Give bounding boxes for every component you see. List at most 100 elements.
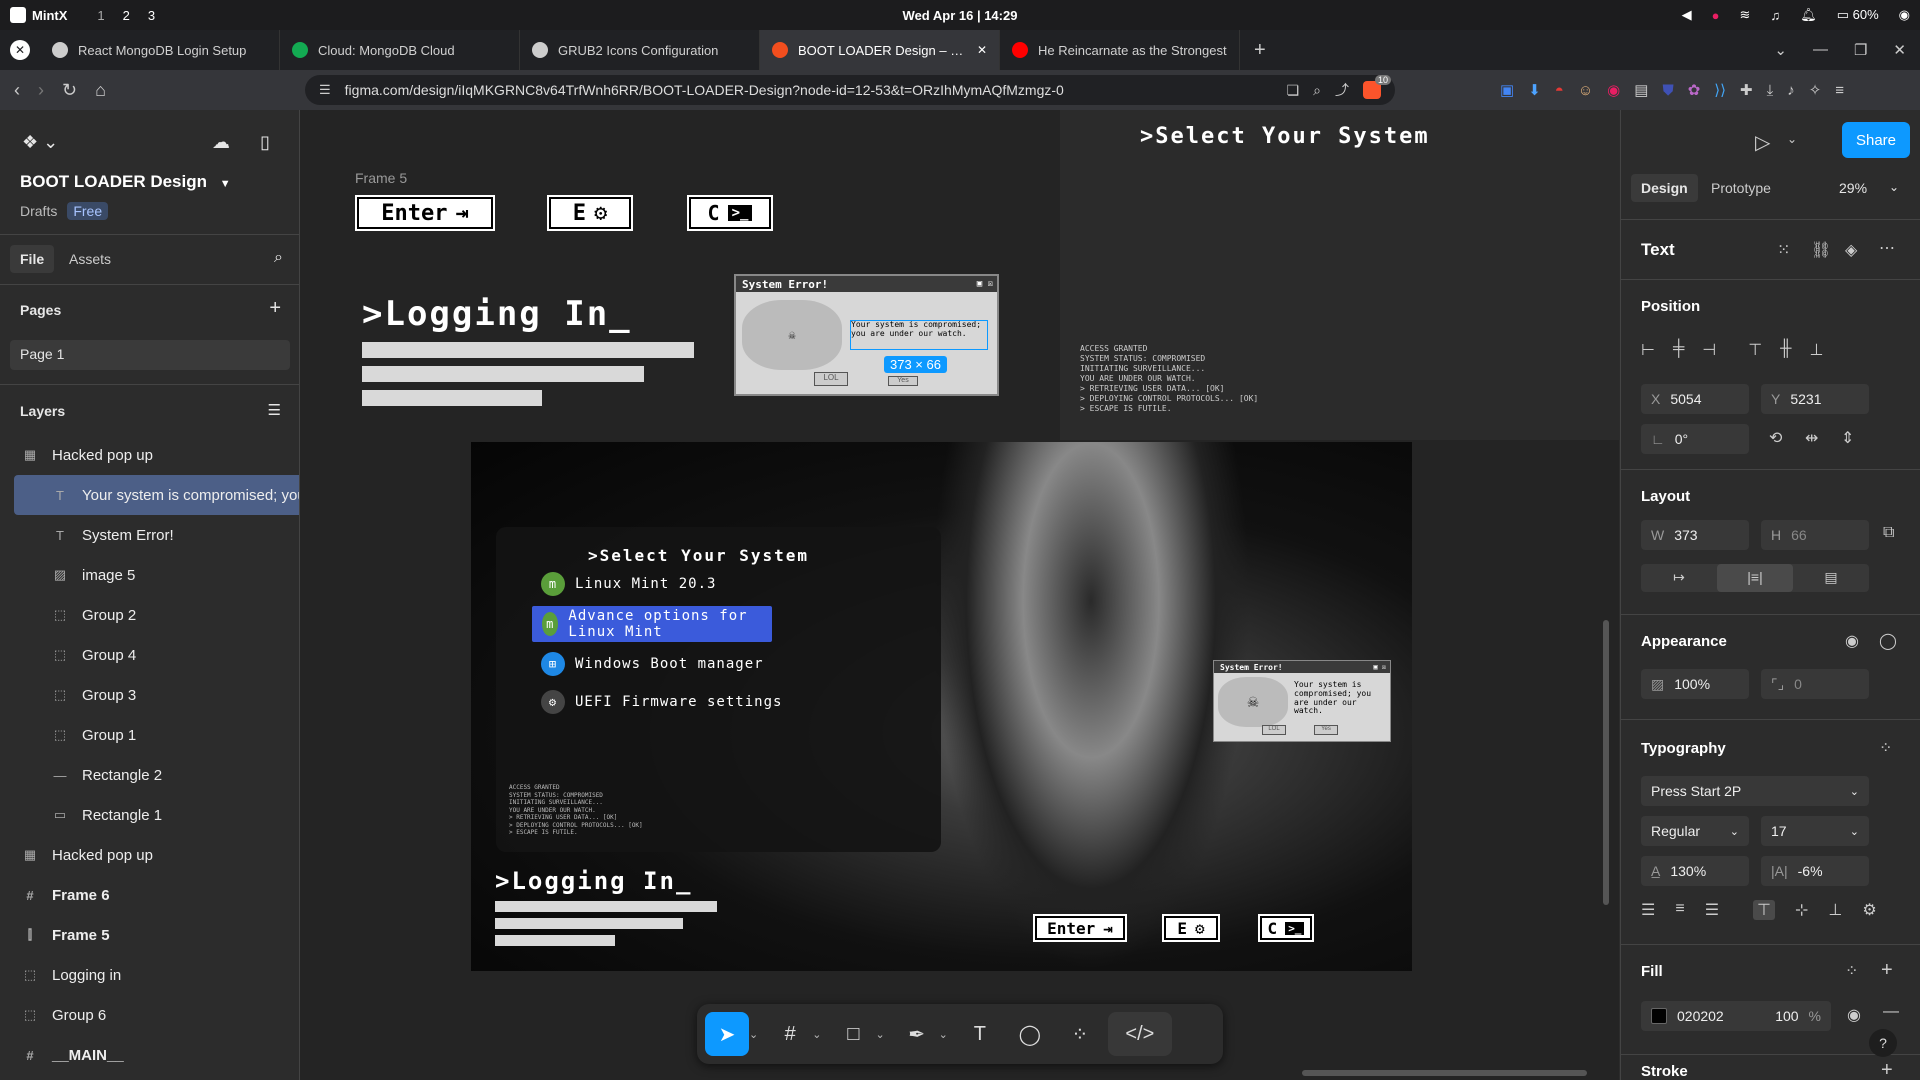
file-name[interactable]: BOOT LOADER Design ▼ xyxy=(20,172,231,192)
auto-width-icon[interactable]: ↦ xyxy=(1641,564,1717,592)
minimize-icon[interactable]: — xyxy=(1813,41,1828,59)
home-icon[interactable]: ⌂ xyxy=(95,80,106,101)
resources-tool[interactable]: ⁘ xyxy=(1058,1012,1102,1056)
main-frame[interactable]: >Select Your System m Linux Mint 20.3 m Adv… xyxy=(471,442,1412,971)
window-extension-icon[interactable]: ▤ xyxy=(1634,81,1648,99)
small-popup-button-yes[interactable]: Yes xyxy=(1314,725,1338,735)
tab-2[interactable]: GRUB2 Icons Configuration xyxy=(520,30,760,70)
workspace-1[interactable]: 1 xyxy=(97,8,104,23)
puzzle-icon[interactable]: ✚ xyxy=(1740,81,1753,99)
eye-icon[interactable]: ◉ xyxy=(1845,631,1859,651)
play-icon[interactable]: ▷ xyxy=(1755,130,1770,155)
layer-item[interactable]: T Your system is compromised; you xyxy=(14,475,299,515)
reload-icon[interactable]: ↻ xyxy=(62,80,77,101)
back-icon[interactable]: ‹ xyxy=(14,80,20,101)
vertical-align-top-icon[interactable]: ⊤ xyxy=(1753,900,1775,920)
vertical-align-bottom-icon[interactable]: ⊥ xyxy=(1828,900,1842,920)
layer-item[interactable]: ⬚ Group 6 xyxy=(0,995,299,1035)
wave-extension-icon[interactable]: ⟩⟩ xyxy=(1714,81,1726,99)
media-icon[interactable]: ♪ xyxy=(1787,82,1795,99)
mint-menu-icon[interactable] xyxy=(10,7,26,23)
drop-icon[interactable]: ◯ xyxy=(1879,631,1897,651)
small-popup-button-lol[interactable]: LOL xyxy=(1262,725,1286,735)
layer-item[interactable]: — Rectangle 2 xyxy=(0,755,299,795)
brave-shield-icon[interactable]: 10 xyxy=(1363,75,1391,99)
tab-1[interactable]: Cloud: MongoDB Cloud xyxy=(280,30,520,70)
close-tab-icon[interactable]: ✕ xyxy=(977,43,987,57)
add-fill-icon[interactable]: + xyxy=(1881,959,1893,982)
text-align-left-icon[interactable]: ☰ xyxy=(1641,900,1655,920)
corner-radius-field[interactable]: ⌜⌟ 0 xyxy=(1761,669,1869,699)
boot-menu-item[interactable]: m Advance options for Linux Mint xyxy=(532,606,772,642)
popup-button-yes[interactable]: Yes xyxy=(888,376,918,386)
record-icon[interactable]: ◉ xyxy=(1607,81,1620,99)
logging-in-title[interactable]: >Logging In_ xyxy=(362,294,632,334)
enter-key-button[interactable]: Enter ⇥ xyxy=(355,195,495,231)
layer-item[interactable]: ⬚ Group 2 xyxy=(0,595,299,635)
fill-color-field[interactable]: 020202 100 % xyxy=(1641,1001,1831,1031)
layer-list-icon[interactable]: ☰ xyxy=(268,401,281,419)
text-align-center-icon[interactable]: ≡ xyxy=(1675,900,1684,920)
tab-list-icon[interactable]: ⌄ xyxy=(1774,41,1787,59)
x-field[interactable]: X 5054 xyxy=(1641,384,1749,414)
tab-prototype[interactable]: Prototype xyxy=(1711,180,1771,196)
styles-icon[interactable]: ⁘ xyxy=(1845,961,1858,981)
small-popup-controls[interactable]: ▣ ☒ xyxy=(1373,663,1386,671)
popup-window-controls[interactable]: ▣ ☒ xyxy=(977,279,993,289)
chevron-down-icon[interactable]: ⌄ xyxy=(1889,180,1899,194)
layer-item[interactable]: ▭ Rectangle 1 xyxy=(0,795,299,835)
resize-icon[interactable]: ⧉ xyxy=(1883,524,1894,542)
user-icon[interactable]: ◉ xyxy=(1899,7,1910,23)
arrow-left-icon[interactable]: ◀ xyxy=(1682,7,1692,23)
leo-icon[interactable]: ✧ xyxy=(1809,81,1822,99)
wifi-icon[interactable]: ≋ xyxy=(1740,7,1751,23)
music-icon[interactable]: ♫ xyxy=(1770,8,1780,23)
grid-icon[interactable]: ⁙ xyxy=(1777,240,1790,260)
font-family-select[interactable]: Press Start 2P ⌄ xyxy=(1641,776,1869,806)
remove-fill-icon[interactable]: — xyxy=(1883,1003,1899,1021)
component-icon[interactable]: ◈ xyxy=(1845,240,1857,260)
search-icon[interactable]: ⌕ xyxy=(274,249,283,267)
boot-menu-item[interactable]: m Linux Mint 20.3 xyxy=(533,566,724,602)
add-page-icon[interactable]: + xyxy=(269,297,281,320)
main-e-key-button[interactable]: E ⚙ xyxy=(1162,914,1220,942)
zoom-icon[interactable]: ⌕ xyxy=(1313,82,1321,99)
layer-item[interactable]: # __MAIN__ xyxy=(0,1035,299,1075)
rotation-field[interactable]: ∟ 0° xyxy=(1641,424,1749,454)
auto-height-icon[interactable]: |≡| xyxy=(1717,564,1793,592)
drafts-link[interactable]: Drafts xyxy=(20,203,57,219)
width-field[interactable]: W 373 xyxy=(1641,520,1749,550)
tab-file[interactable]: File xyxy=(10,245,55,273)
move-tool[interactable]: ➤ xyxy=(705,1012,749,1056)
page-item-1[interactable]: Page 1 xyxy=(10,340,290,370)
add-stroke-icon[interactable]: + xyxy=(1881,1059,1893,1080)
layer-item[interactable]: ⬚ Group 4 xyxy=(0,635,299,675)
browser-menu-icon[interactable]: ≡ xyxy=(1835,82,1844,99)
fill-swatch[interactable] xyxy=(1651,1008,1667,1024)
layer-item[interactable]: ⫿ Frame 5 xyxy=(0,915,299,955)
flip-horizontal-icon[interactable]: ⇹ xyxy=(1805,428,1818,448)
e-key-button[interactable]: E ⚙ xyxy=(547,195,633,231)
chevron-down-icon[interactable]: ⌄ xyxy=(939,1028,948,1041)
horizontal-scrollbar[interactable] xyxy=(1302,1070,1587,1076)
share-button[interactable]: Share xyxy=(1842,122,1910,158)
main-enter-key-button[interactable]: Enter ⇥ xyxy=(1033,914,1127,942)
download-extension-icon[interactable]: ⬇ xyxy=(1528,81,1541,99)
battery-indicator[interactable]: ▭ 60% xyxy=(1837,7,1879,23)
site-settings-icon[interactable]: ☰ xyxy=(319,82,331,98)
frame-tool[interactable]: # xyxy=(768,1012,812,1056)
more-icon[interactable]: ⋯ xyxy=(1879,238,1895,258)
vertical-align-middle-icon[interactable]: ⊹ xyxy=(1795,900,1808,920)
align-bottom-icon[interactable]: ⊥ xyxy=(1810,340,1824,360)
flip-vertical-icon[interactable]: ⇕ xyxy=(1841,428,1854,448)
boot-menu-item[interactable]: ⚙ UEFI Firmware settings xyxy=(533,684,790,720)
text-align-right-icon[interactable]: ☰ xyxy=(1705,900,1719,920)
letter-spacing-field[interactable]: |A| -6% xyxy=(1761,856,1869,886)
text-tool[interactable]: T xyxy=(958,1012,1002,1056)
chevron-down-icon[interactable]: ⌄ xyxy=(875,1028,884,1041)
dev-mode-toggle[interactable]: </> xyxy=(1107,1012,1172,1056)
type-settings-icon[interactable]: ⚙ xyxy=(1862,900,1876,920)
workspace-3[interactable]: 3 xyxy=(148,8,155,23)
vertical-scrollbar[interactable] xyxy=(1603,620,1609,905)
link-icon[interactable]: ⛓ xyxy=(1811,240,1831,260)
